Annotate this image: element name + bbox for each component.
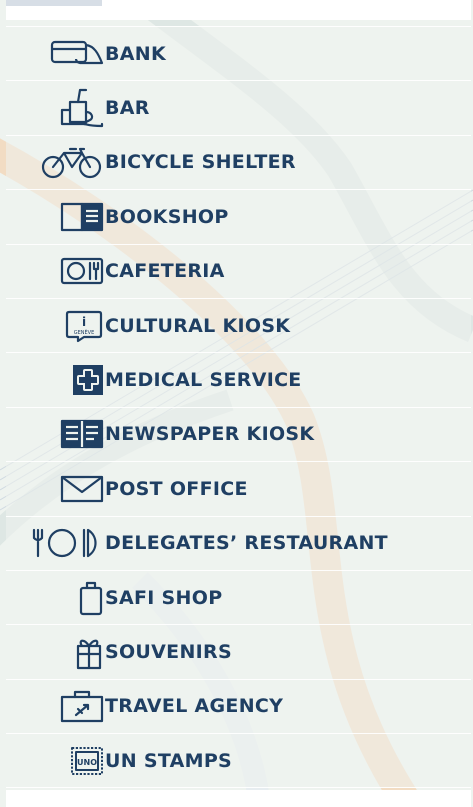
service-label: CAFETERIA [105,260,225,283]
service-label: UN STAMPS [105,749,233,772]
stamp-label: UNO [77,758,97,767]
service-cultural-kiosk[interactable]: i GENÈVE CULTURAL KIOSK [6,298,471,354]
service-bookshop[interactable]: BOOKSHOP [6,190,471,245]
service-travel-agency[interactable]: TRAVEL AGENCY [6,679,471,735]
stamp-icon: UNO [6,734,104,787]
service-label: TRAVEL AGENCY [105,695,284,718]
service-delegates-restaurant[interactable]: DELEGATES’ RESTAURANT [6,516,471,571]
service-un-stamps[interactable]: UNO UN STAMPS [6,734,471,789]
service-label: SOUVENIRS [105,640,232,663]
service-label: POST OFFICE [105,477,248,500]
service-safi-shop[interactable]: SAFI SHOP [6,570,471,626]
service-label: CULTURAL KIOSK [105,314,291,337]
gift-icon [6,625,104,678]
service-bicycle-shelter[interactable]: BICYCLE SHELTER [6,135,471,191]
bottom-panel-edge [6,790,471,807]
tab-indicator [6,0,102,6]
geneve-info-letter: i [82,315,86,329]
service-bar[interactable]: BAR [6,81,471,136]
bank-card-icon [6,27,104,80]
suitcase-plane-icon [6,680,104,733]
service-medical[interactable]: MEDICAL SERVICE [6,353,471,408]
service-label: NEWSPAPER KIOSK [105,423,315,446]
geneve-info-caption: GENÈVE [74,328,95,336]
service-bank[interactable]: BANK [6,26,471,82]
cafeteria-plate-icon [6,245,104,298]
book-icon [6,190,104,243]
bar-cup-icon [6,81,104,134]
service-souvenirs[interactable]: SOUVENIRS [6,625,471,680]
medical-cross-icon [6,353,104,406]
envelope-icon [6,462,104,515]
service-label: SAFI SHOP [105,586,223,609]
service-label: BOOKSHOP [105,205,229,228]
service-post-office[interactable]: POST OFFICE [6,462,471,517]
service-newspaper-kiosk[interactable]: NEWSPAPER KIOSK [6,407,471,463]
service-label: MEDICAL SERVICE [105,369,302,392]
restaurant-icon [6,517,104,570]
service-label: BICYCLE SHELTER [105,151,296,174]
newspaper-icon [6,408,104,461]
service-label: BANK [105,42,167,65]
service-cafeteria[interactable]: CAFETERIA [6,244,471,299]
bicycle-icon [6,136,104,189]
shopping-bag-icon [6,571,104,624]
services-list: BANK BAR BICYCLE SHELTER BOOKSHOP CAFETE… [6,26,471,789]
service-label: DELEGATES’ RESTAURANT [105,532,388,555]
service-label: BAR [105,97,150,120]
geneve-info-icon: i GENÈVE [6,299,104,352]
